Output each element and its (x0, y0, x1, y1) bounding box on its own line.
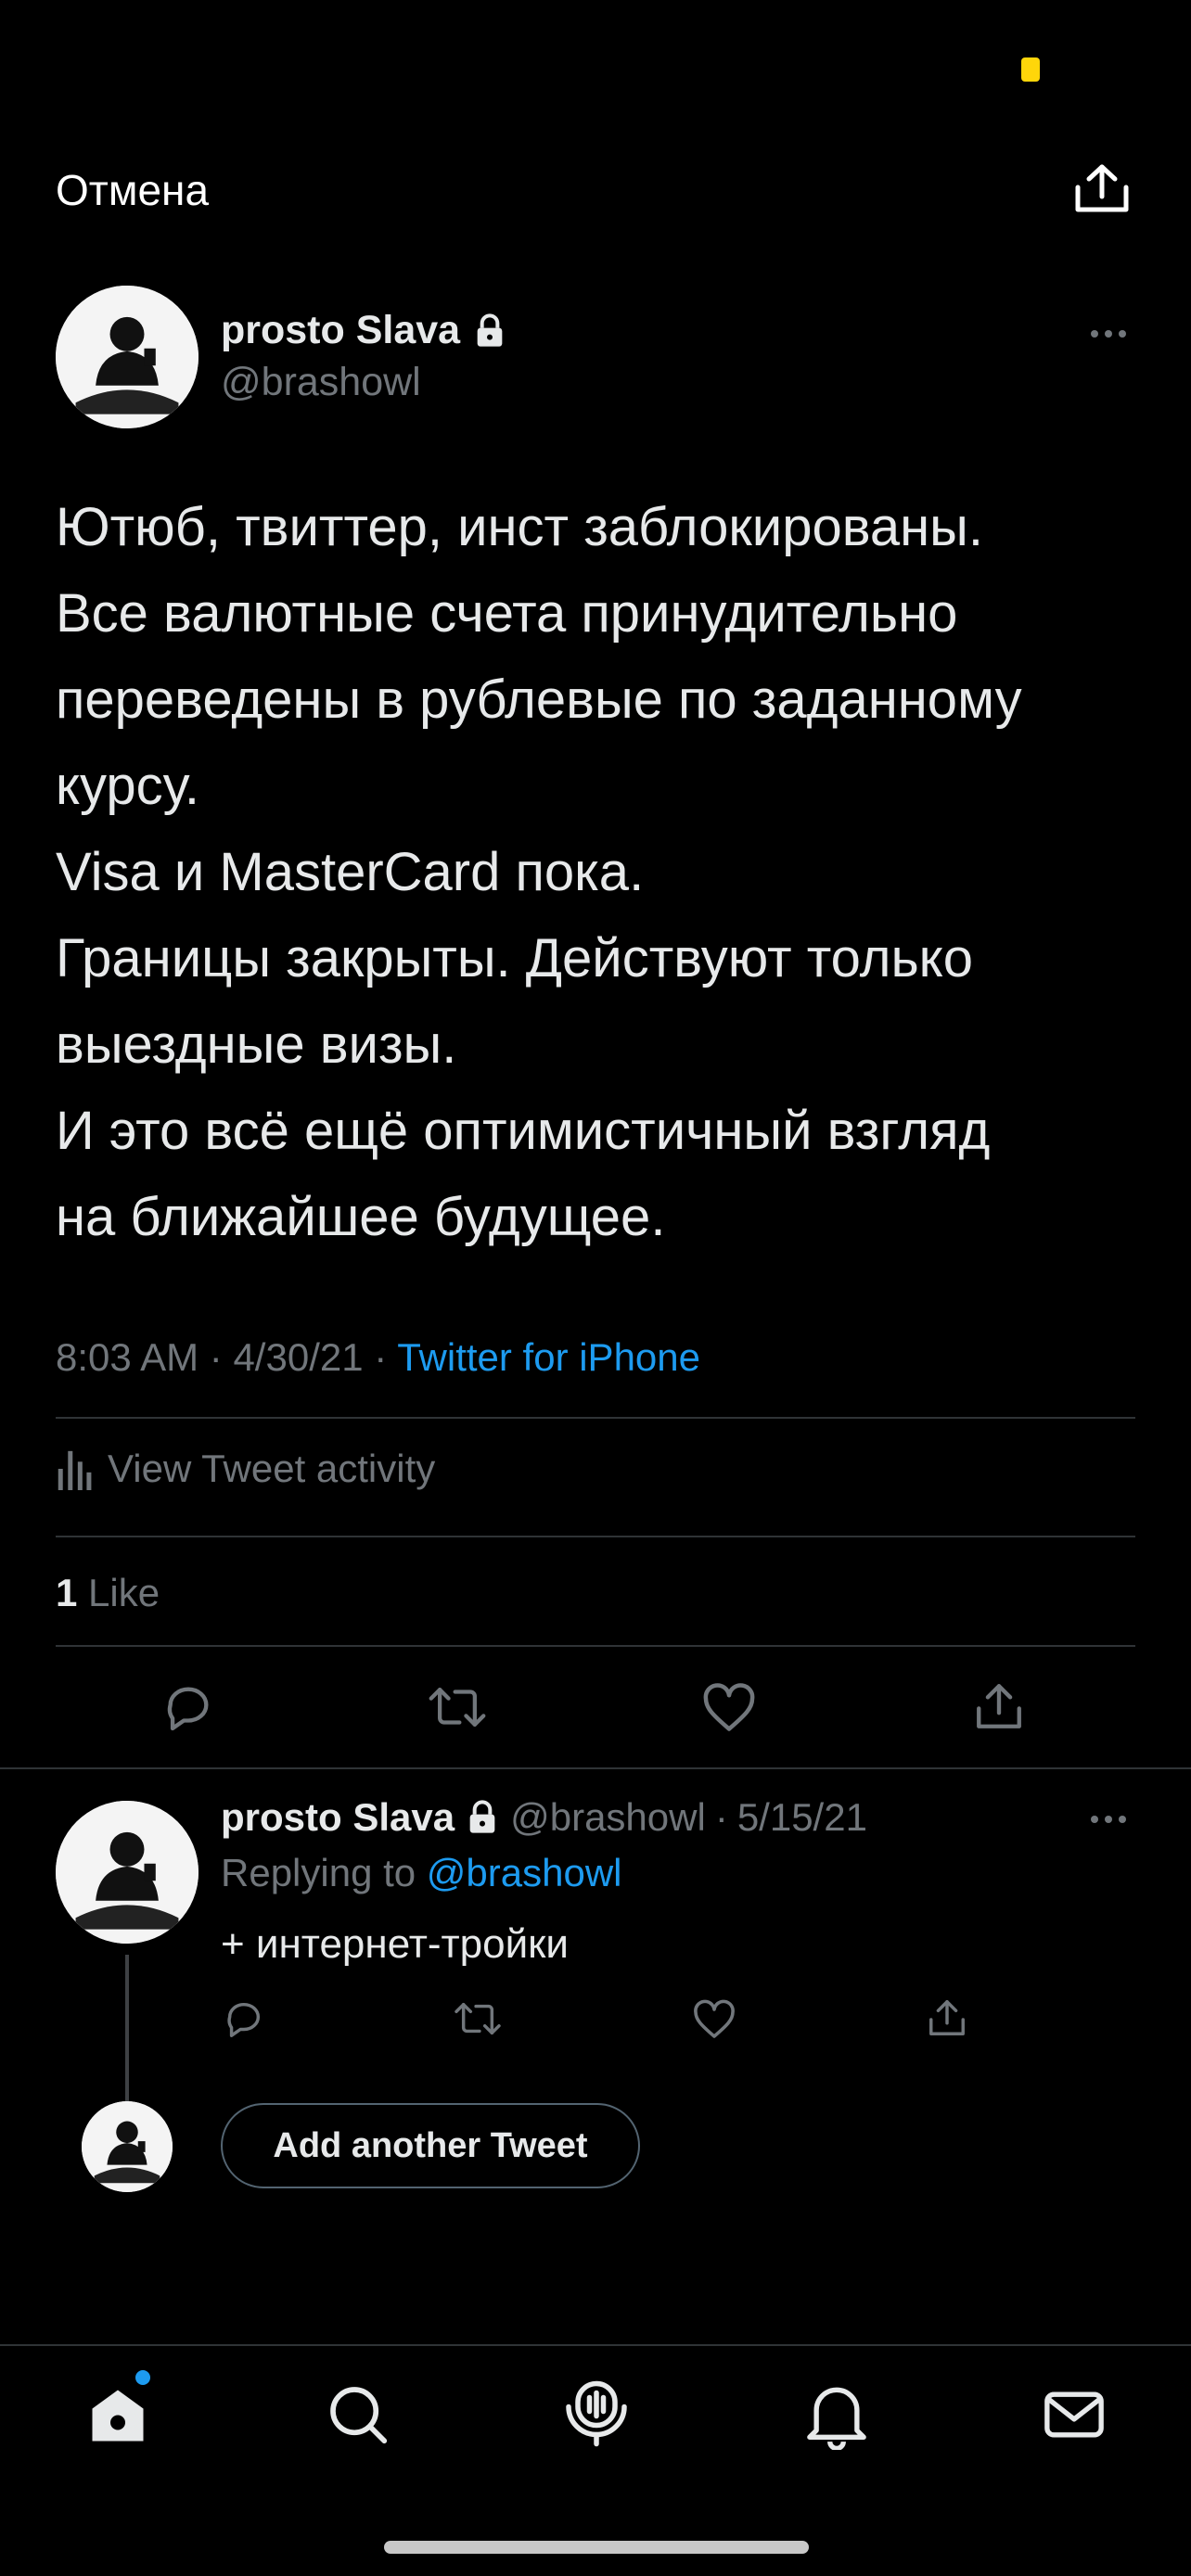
divider (56, 1645, 1135, 1647)
lock-icon (471, 312, 508, 350)
replying-to-label: Replying to (221, 1851, 416, 1894)
replying-to: Replying to @brashowl (221, 1851, 622, 1895)
tweet-line: Visa и MasterCard пока. (56, 842, 645, 902)
search-icon[interactable] (325, 2381, 391, 2448)
replying-to-handle[interactable]: @brashowl (427, 1851, 622, 1894)
tweet-time: 8:03 AM (56, 1335, 199, 1379)
retweet-icon[interactable] (453, 1997, 503, 2040)
tweet-line: Все валютные счета принудительно (56, 583, 958, 644)
battery-indicator (1021, 57, 1040, 82)
divider (0, 1767, 1191, 1769)
tweet-line: Границы закрыты. Действуют только (56, 928, 973, 988)
more-options-icon[interactable] (1091, 330, 1126, 338)
messages-icon[interactable] (1043, 2389, 1106, 2441)
add-another-tweet-button[interactable]: Add another Tweet (221, 2103, 640, 2188)
cancel-button[interactable]: Отмена (56, 165, 209, 215)
home-notification-dot (135, 2370, 150, 2385)
separator: · (374, 1335, 388, 1379)
tweet-source-link[interactable]: Twitter for iPhone (397, 1335, 700, 1379)
author-handle[interactable]: @brashowl (221, 360, 421, 405)
tweet-line: на ближайшее будущее. (56, 1187, 666, 1247)
likes-count: 1 (56, 1571, 78, 1614)
reply-icon[interactable] (223, 1997, 265, 2040)
like-icon[interactable] (701, 1682, 757, 1734)
separator: · (209, 1335, 223, 1379)
view-activity-label: View Tweet activity (108, 1447, 436, 1490)
thread-line (125, 1955, 129, 2101)
reply-date: 5/15/21 (736, 1795, 867, 1839)
retweet-icon[interactable] (427, 1680, 488, 1734)
share-tweet-icon[interactable] (926, 1996, 968, 2040)
share-icon[interactable] (1072, 163, 1132, 215)
analytics-icon (56, 1447, 93, 1490)
tweet-line: Ютюб, твиттер, инст заблокированы. (56, 497, 983, 557)
likes-label: Like (88, 1571, 160, 1614)
tweet-line: И это всё ещё оптимистичный взгляд (56, 1101, 991, 1161)
tweet-line: курсу. (56, 756, 199, 816)
divider (56, 1417, 1135, 1419)
divider (56, 1536, 1135, 1537)
reply-handle[interactable]: @brashowl (510, 1795, 706, 1840)
author-name[interactable]: prosto Slava (221, 308, 460, 353)
reply-text: + интернет-тройки (221, 1921, 570, 1967)
avatar[interactable] (56, 286, 198, 428)
separator: · (714, 1795, 728, 1839)
compose-avatar (82, 2101, 173, 2192)
home-indicator[interactable] (384, 2541, 809, 2554)
home-icon[interactable] (85, 2383, 150, 2448)
lock-icon (464, 1799, 501, 1836)
spaces-icon[interactable] (564, 2378, 629, 2450)
share-tweet-icon[interactable] (972, 1678, 1026, 1734)
reply-more-options-icon[interactable] (1091, 1816, 1126, 1823)
tweet-text: Ютюб, твиттер, инст заблокированы. Все в… (56, 484, 1141, 1260)
reply-author-name[interactable]: prosto Slava (221, 1795, 455, 1840)
likes-stat[interactable]: 1 Like (56, 1571, 160, 1615)
notifications-icon[interactable] (805, 2379, 868, 2450)
reply-avatar[interactable] (56, 1801, 198, 1944)
divider (0, 2344, 1191, 2346)
tweet-line: переведены в рублевые по заданному (56, 670, 1022, 730)
tweet-date: 4/30/21 (233, 1335, 364, 1379)
like-icon[interactable] (692, 1999, 736, 2040)
reply-icon[interactable] (161, 1680, 215, 1734)
view-activity-button[interactable]: View Tweet activity (56, 1447, 435, 1491)
tweet-meta: 8:03 AM · 4/30/21 · Twitter for iPhone (56, 1335, 700, 1380)
tweet-line: выездные визы. (56, 1014, 457, 1075)
